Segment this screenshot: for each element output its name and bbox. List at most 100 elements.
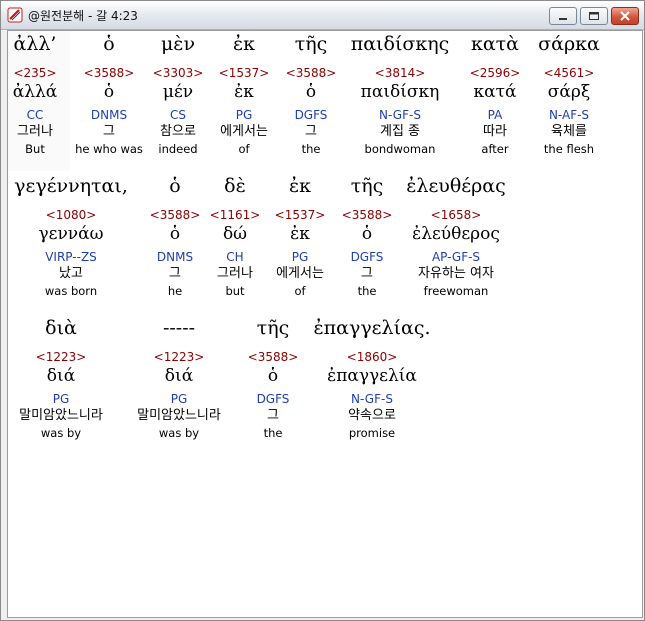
word-column[interactable]: παιδίσκης <3814> παιδίσκη N-GF-S 계집 종 bo… <box>344 31 456 157</box>
greek-word: τῆς <box>256 317 290 339</box>
greek-word: ὁ <box>103 33 115 55</box>
strong-number[interactable]: <1161> <box>206 207 264 223</box>
word-column[interactable]: ὁ <3588> ὁ DNMS 그 he <box>146 173 204 299</box>
strong-number[interactable]: <1860> <box>308 349 436 365</box>
strong-number[interactable]: <3588> <box>278 65 344 81</box>
word-column[interactable]: γεγέννηται, <1080> γεννάω VIRP--ZS 났고 wa… <box>8 173 134 299</box>
word-column[interactable]: κατὰ <2596> κατά PA 따라 after <box>460 31 530 157</box>
minimize-button[interactable] <box>549 7 577 25</box>
parsing-code: N-GF-S <box>351 392 393 406</box>
greek-word: ἐπαγγελίας. <box>313 317 431 339</box>
lemma: ὁ <box>267 366 279 386</box>
word-column[interactable]: ἐλευθέρας <1658> ἐλεύθερος AP-GF-S 자유하는 … <box>400 173 512 299</box>
word-column[interactable]: ἐπαγγελίας. <1860> ἐπαγγελία N-GF-S 약속으로… <box>308 315 436 441</box>
english-gloss: the flesh <box>543 142 595 156</box>
korean-gloss: 그 <box>267 408 279 423</box>
english-gloss: after <box>481 142 509 156</box>
korean-gloss: 따라 <box>483 124 507 139</box>
greek-word: παιδίσκης <box>350 33 450 55</box>
parsing-code: N-GF-S <box>379 108 421 122</box>
greek-word: ἀλλ’ <box>13 33 57 55</box>
lemma: ὁ <box>361 224 373 244</box>
lemma: διά <box>46 366 76 386</box>
strong-number[interactable]: <1537> <box>210 65 278 81</box>
word-column[interactable]: δὲ <1161> δώ CH 그러나 but <box>206 173 264 299</box>
strong-number[interactable]: <3814> <box>344 65 456 81</box>
close-icon <box>620 11 630 21</box>
greek-word: κατὰ <box>470 33 520 55</box>
lemma: κατά <box>473 82 517 102</box>
korean-gloss: 났고 <box>59 266 83 281</box>
english-gloss: But <box>25 142 45 156</box>
word-column[interactable]: διὰ <1223> διά PG 말미암았느니라 was by <box>8 315 114 441</box>
greek-word: μὲν <box>160 33 196 55</box>
parsing-code: DGFS <box>350 250 384 264</box>
word-column[interactable]: σάρκα <4561> σάρξ N-AF-S 육체를 the flesh <box>530 31 608 157</box>
parsing-code: AP-GF-S <box>431 250 481 264</box>
korean-gloss: 그 <box>305 124 317 139</box>
parsing-code: DNMS <box>156 250 194 264</box>
strong-number[interactable]: <4561> <box>530 65 608 81</box>
korean-gloss: 참으로 <box>160 124 196 139</box>
korean-gloss: 그러나 <box>17 124 53 139</box>
word-column[interactable]: τῆς <3588> ὁ DGFS 그 the <box>336 173 398 299</box>
strong-number[interactable]: <1537> <box>266 207 334 223</box>
lemma: ἐκ <box>290 224 310 244</box>
close-button[interactable] <box>611 7 639 25</box>
lemma: μέν <box>162 82 194 102</box>
word-column[interactable]: ἐκ <1537> ἐκ PG 에게서는 of <box>266 173 334 299</box>
lemma: ὁ <box>305 82 317 102</box>
word-column[interactable]: τῆς <3588> ὁ DGFS 그 the <box>278 31 344 157</box>
lemma: ἐλεύθερος <box>412 224 500 244</box>
strong-number[interactable]: <235> <box>0 65 70 81</box>
strong-number[interactable]: <1080> <box>8 207 134 223</box>
parsing-code: PG <box>170 392 188 406</box>
lemma: ἐπαγγελία <box>327 366 417 386</box>
greek-word: τῆς <box>294 33 328 55</box>
parsing-code: DGFS <box>256 392 290 406</box>
korean-gloss: 에게서는 <box>276 266 324 281</box>
lemma: ἀλλά <box>12 82 58 102</box>
korean-gloss: 계집 종 <box>379 124 420 139</box>
strong-number[interactable]: <1223> <box>126 349 232 365</box>
parsing-code: CC <box>26 108 44 122</box>
strong-number[interactable]: <3588> <box>242 349 304 365</box>
greek-word: ἐλευθέρας <box>406 175 506 197</box>
strong-number[interactable]: <3588> <box>70 65 148 81</box>
korean-gloss: 육체를 <box>551 124 587 139</box>
lemma: παιδίσκη <box>360 82 440 102</box>
english-gloss: but <box>225 284 245 298</box>
word-column[interactable]: ὁ <3588> ὁ DNMS 그 he who was <box>70 31 148 157</box>
word-column[interactable]: ἀλλ’ <235> ἀλλά CC 그러나 But <box>0 31 70 157</box>
maximize-button[interactable] <box>580 7 608 25</box>
strong-number[interactable]: <3303> <box>146 65 210 81</box>
greek-word: τῆς <box>350 175 384 197</box>
strong-number[interactable]: <3588> <box>146 207 204 223</box>
english-gloss: was born <box>44 284 98 298</box>
strong-number[interactable]: <3588> <box>336 207 398 223</box>
greek-word: γεγέννηται, <box>14 175 128 197</box>
english-gloss: freewoman <box>423 284 489 298</box>
parsing-code: PG <box>235 108 253 122</box>
korean-gloss: 그러나 <box>217 266 253 281</box>
strong-number[interactable]: <1658> <box>400 207 512 223</box>
lemma: σάρξ <box>547 82 591 102</box>
parsing-code: DNMS <box>90 108 128 122</box>
word-column[interactable]: μὲν <3303> μέν CS 참으로 indeed <box>146 31 210 157</box>
window-title: @원전분해 - 갈 4:23 <box>28 9 138 23</box>
greek-word: ὁ <box>169 175 181 197</box>
word-column[interactable]: ----- <1223> διά PG 말미암았느니라 was by <box>126 315 232 441</box>
strong-number[interactable]: <1223> <box>8 349 114 365</box>
english-gloss: of <box>238 142 250 156</box>
parsing-code: PA <box>487 108 503 122</box>
english-gloss: was by <box>158 426 200 440</box>
title-bar[interactable]: @원전분해 - 갈 4:23 <box>1 1 644 30</box>
parsing-code: PG <box>52 392 70 406</box>
greek-word: δὲ <box>224 175 246 197</box>
word-column[interactable]: τῆς <3588> ὁ DGFS 그 the <box>242 315 304 441</box>
parsing-code: CH <box>226 250 244 264</box>
korean-gloss: 그 <box>361 266 373 281</box>
strong-number[interactable]: <2596> <box>460 65 530 81</box>
word-column[interactable]: ἐκ <1537> ἐκ PG 에게서는 of <box>210 31 278 157</box>
lemma: ἐκ <box>234 82 254 102</box>
